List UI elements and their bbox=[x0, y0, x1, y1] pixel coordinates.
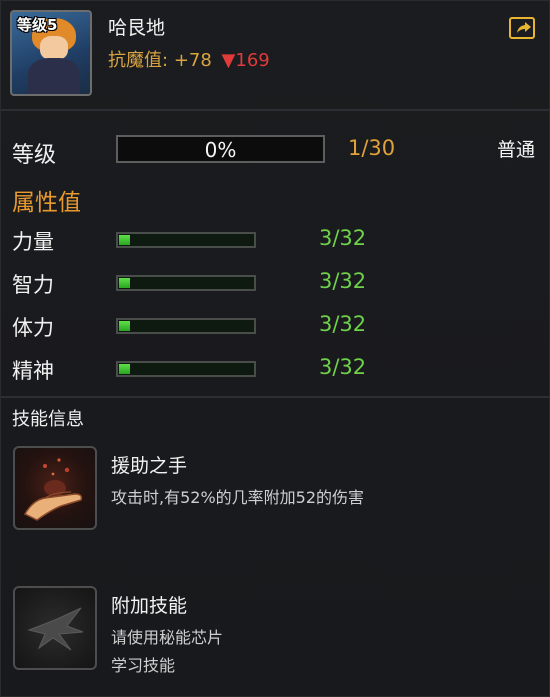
attribute-label: 智力 bbox=[12, 273, 54, 297]
skill-description: 学习技能 bbox=[111, 656, 176, 675]
level-progress-text: 0% bbox=[204, 138, 237, 162]
attribute-label: 精神 bbox=[12, 359, 54, 383]
helping-hand-icon[interactable] bbox=[13, 446, 97, 530]
resist-value: +78 bbox=[173, 50, 212, 71]
portrait-level-badge: 等级5 bbox=[17, 16, 58, 34]
character-portrait[interactable]: 等级5 bbox=[10, 10, 92, 96]
attribute-value: 3/32 bbox=[319, 355, 367, 379]
skill-name: 援助之手 bbox=[111, 455, 188, 477]
attribute-bar-fill bbox=[119, 278, 130, 288]
attribute-label: 体力 bbox=[12, 316, 54, 340]
locked-skill-icon[interactable] bbox=[13, 586, 97, 670]
helping-hand-icon-graphic bbox=[23, 458, 83, 521]
character-name: 哈艮地 bbox=[108, 17, 166, 39]
attribute-bar bbox=[116, 318, 256, 334]
attributes-title: 属性值 bbox=[12, 190, 81, 216]
attribute-row: 体力 3/32 bbox=[1, 312, 550, 342]
skill-description: 请使用秘能芯片 bbox=[111, 628, 224, 647]
attribute-row: 智力 3/32 bbox=[1, 269, 550, 299]
attribute-value: 3/32 bbox=[319, 226, 367, 250]
skill-name: 附加技能 bbox=[111, 595, 188, 617]
resist-row: 抗魔值: +78 ▼169 bbox=[108, 46, 270, 72]
share-button[interactable] bbox=[509, 17, 535, 39]
attribute-bar bbox=[116, 232, 256, 248]
character-detail-panel: 等级5 哈艮地 抗魔值: +78 ▼169 等级 0% 1/30 普通 属性值 … bbox=[0, 0, 550, 697]
attribute-bar bbox=[116, 361, 256, 377]
attributes-divider bbox=[1, 396, 550, 398]
level-label: 等级 bbox=[12, 143, 57, 168]
level-progress-bar: 0% bbox=[116, 135, 325, 163]
resist-delta: ▼169 bbox=[221, 50, 270, 71]
level-count: 1/30 bbox=[348, 136, 396, 160]
portrait-body bbox=[28, 58, 80, 94]
level-grade: 普通 bbox=[496, 139, 535, 161]
attribute-bar bbox=[116, 275, 256, 291]
portrait-face bbox=[40, 36, 68, 60]
locked-skill-icon-graphic bbox=[27, 607, 84, 651]
attribute-value: 3/32 bbox=[319, 312, 367, 336]
attribute-row: 精神 3/32 bbox=[1, 355, 550, 385]
attribute-bar-fill bbox=[119, 235, 130, 245]
attribute-bar-fill bbox=[119, 364, 130, 374]
skill-description: 攻击时,有52%的几率附加52的伤害 bbox=[111, 488, 365, 507]
header-divider bbox=[1, 109, 550, 111]
attribute-bar-fill bbox=[119, 321, 130, 331]
resist-label: 抗魔值: bbox=[108, 50, 169, 71]
attribute-label: 力量 bbox=[12, 230, 54, 254]
attribute-value: 3/32 bbox=[319, 269, 367, 293]
share-arrow-icon bbox=[517, 22, 531, 33]
skills-title: 技能信息 bbox=[12, 409, 84, 430]
attribute-row: 力量 3/32 bbox=[1, 226, 550, 256]
